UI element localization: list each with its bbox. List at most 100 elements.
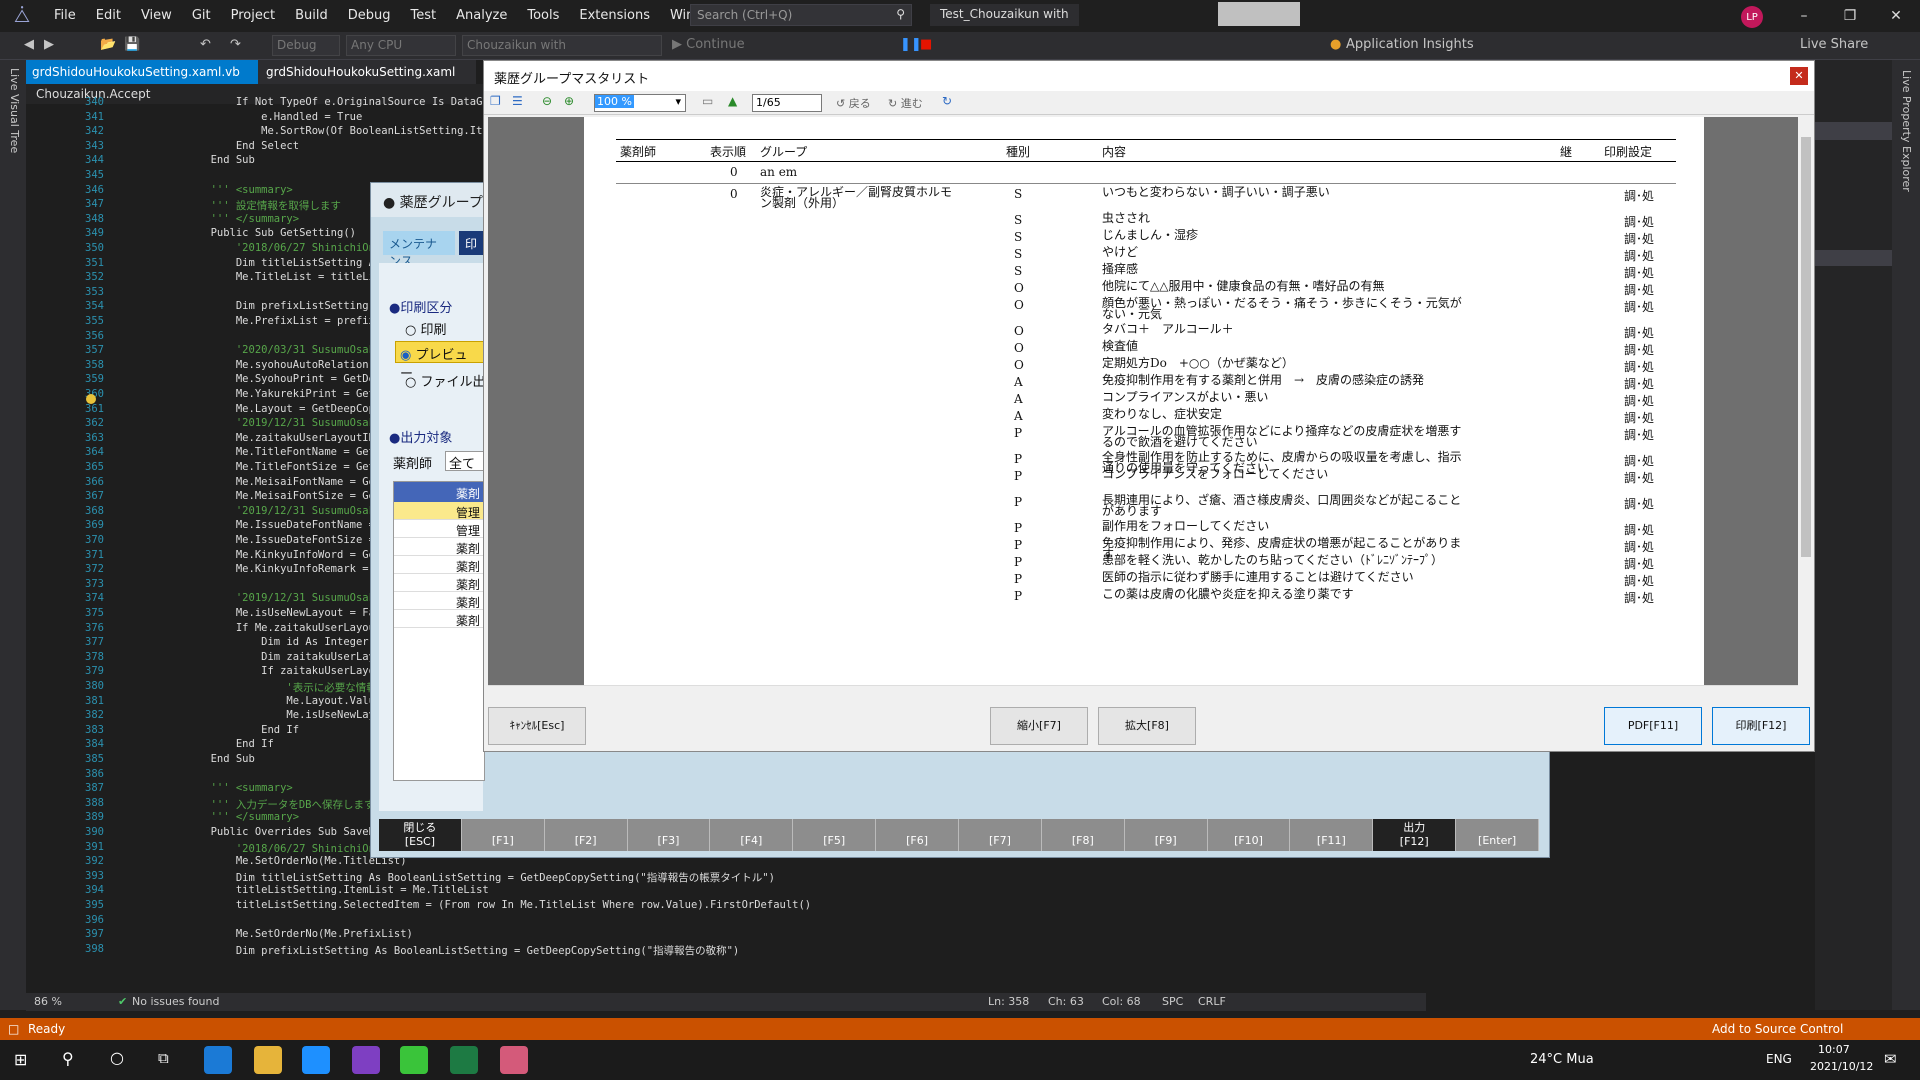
code-line[interactable]: If Not TypeOf e.OriginalSource Is DataGr [160, 96, 489, 108]
teamviewer-icon[interactable] [302, 1046, 330, 1074]
radio-file[interactable]: ○ ファイル出 [405, 371, 486, 390]
next-page-icon[interactable]: ▲ [728, 94, 737, 108]
excel-icon[interactable] [450, 1046, 478, 1074]
grid-row[interactable]: 管理 [394, 520, 486, 538]
print-button[interactable]: 印刷[F12] [1712, 707, 1810, 745]
code-line[interactable]: ''' </summary> [160, 811, 300, 823]
cancel-button[interactable]: ｷｬﾝｾﾙ[Esc] [488, 707, 586, 745]
restore-icon[interactable]: ❐ [1827, 0, 1873, 32]
code-line[interactable]: ''' 入力データをDBへ保存します [160, 797, 375, 812]
code-line[interactable]: Public Sub GetSetting() [160, 227, 356, 239]
zoom-in-icon[interactable]: ⊕ [564, 94, 574, 108]
radio-preview[interactable]: ◉ プレビュー [395, 341, 485, 382]
fkey-f7[interactable]: [F7] [959, 819, 1042, 851]
language-indicator[interactable]: ENG [1766, 1052, 1792, 1066]
target-grid[interactable]: 薬剤 管理 管理 薬剤 薬剤 薬剤 薬剤 薬剤 [393, 481, 486, 781]
clock-date[interactable]: 2021/10/12 [1810, 1060, 1873, 1073]
edge-icon[interactable] [204, 1046, 232, 1074]
back-button[interactable]: ↺ 戻る [836, 95, 871, 111]
menu-item-tools[interactable]: Tools [517, 0, 569, 32]
platform-select[interactable]: Any CPU [346, 35, 456, 56]
grid-row[interactable]: 薬剤 [394, 538, 486, 556]
menu-item-project[interactable]: Project [221, 0, 285, 32]
tree-icon[interactable]: ☰ [512, 94, 523, 108]
grid-row[interactable]: 薬剤 [394, 610, 486, 628]
forward-icon[interactable]: ▶ [44, 37, 54, 52]
code-line[interactable]: Me.isUseNewLayout = False [160, 607, 394, 619]
search-input[interactable]: Search (Ctrl+Q) ⚲ [690, 4, 912, 26]
task-view-icon[interactable]: ⧉ [158, 1049, 169, 1067]
code-line[interactable]: ''' <summary> [160, 184, 293, 196]
grid-row[interactable]: 薬剤 [394, 556, 486, 574]
save-icon[interactable]: 💾 [124, 37, 140, 52]
fkey-esc[interactable]: 閉じる [ESC] [379, 819, 462, 851]
code-line[interactable]: End If [160, 724, 299, 736]
menu-item-view[interactable]: View [131, 0, 182, 32]
code-line[interactable]: Me.SetOrderNo(Me.PrefixList) [160, 928, 413, 940]
weather-text[interactable]: 24°C Mua [1530, 1052, 1594, 1067]
shrink-button[interactable]: 縮小[F7] [990, 707, 1088, 745]
continue-button[interactable]: ▶ Continue [672, 37, 745, 52]
menu-item-test[interactable]: Test [401, 0, 447, 32]
menu-item-analyze[interactable]: Analyze [446, 0, 517, 32]
app-icon-2[interactable] [500, 1046, 528, 1074]
horizontal-scrollbar[interactable] [488, 685, 1798, 701]
notification-icon[interactable]: ✉ [1884, 1050, 1897, 1068]
zoom-select[interactable]: 100 % ▾ [594, 94, 686, 112]
fkey-f2[interactable]: [F2] [544, 819, 628, 851]
zoom-out-icon[interactable]: ⊖ [542, 94, 552, 108]
menu-item-extensions[interactable]: Extensions [569, 0, 660, 32]
issues-text[interactable]: No issues found [132, 995, 219, 1008]
first-page-icon[interactable]: ▭ [702, 94, 713, 108]
fkey-f3[interactable]: [F3] [627, 819, 711, 851]
clock-time[interactable]: 10:07 [1818, 1043, 1850, 1056]
fkey-f10[interactable]: [F10] [1207, 819, 1291, 851]
project-select[interactable]: Chouzaikun with [462, 35, 662, 56]
back-icon[interactable]: ◀ [24, 37, 34, 52]
fkey-f11[interactable]: [F11] [1290, 819, 1374, 851]
forward-button[interactable]: ↻ 進む [888, 95, 923, 111]
search-icon[interactable]: ⚲ [62, 1049, 74, 1068]
fkey-f9[interactable]: [F9] [1124, 819, 1208, 851]
menu-item-git[interactable]: Git [182, 0, 221, 32]
menu-item-build[interactable]: Build [285, 0, 338, 32]
stop-icon[interactable]: ■ [920, 37, 932, 52]
undo-icon[interactable]: ↶ [200, 37, 211, 52]
fkey-f6[interactable]: [F6] [876, 819, 960, 851]
menu-item-file[interactable]: File [44, 0, 86, 32]
ime-toolbar[interactable] [1218, 2, 1300, 26]
grid-row[interactable]: 薬剤 [394, 574, 486, 592]
code-line[interactable]: End If [160, 738, 274, 750]
source-control-button[interactable]: Add to Source Control [1712, 1018, 1843, 1040]
enlarge-button[interactable]: 拡大[F8] [1098, 707, 1196, 745]
app-insights-button[interactable]: Application Insights [1346, 37, 1474, 52]
close-icon[interactable]: ✕ [1873, 0, 1919, 32]
fkey-f1[interactable]: [F1] [461, 819, 545, 851]
tab-maintenance[interactable]: メンテナンス [383, 231, 455, 268]
app-icon[interactable] [400, 1046, 428, 1074]
code-line[interactable]: End Select [160, 140, 299, 152]
file-explorer-icon[interactable] [254, 1046, 282, 1074]
pharmacist-select[interactable]: 全て [445, 451, 485, 472]
code-line[interactable]: ''' <summary> [160, 782, 293, 794]
code-line[interactable]: Dim titleListSetting As BooleanListSetti… [160, 870, 775, 885]
refresh-icon[interactable]: ↻ [942, 94, 952, 108]
code-line[interactable]: e.Handled = True [160, 111, 362, 123]
grid-row[interactable]: 薬剤 [394, 592, 486, 610]
code-line[interactable]: titleListSetting.SelectedItem = (From ro… [160, 899, 811, 911]
scroll-thumb[interactable] [1801, 137, 1811, 557]
tab-print[interactable]: 印 [459, 231, 483, 255]
radio-print[interactable]: ○ 印刷 [405, 319, 447, 338]
grid-row[interactable]: 管理 [394, 502, 486, 520]
close-icon[interactable]: ✕ [1790, 67, 1808, 85]
code-line[interactable]: Me.SortRow(Of BooleanListSetting.Item)(s… [160, 125, 520, 137]
page-number-input[interactable]: 1/65 [752, 94, 822, 112]
code-line[interactable]: End Sub [160, 154, 255, 166]
tab-xaml-vb[interactable]: grdShidouHoukokuSetting.xaml.vb ✕ [26, 60, 258, 103]
menu-item-edit[interactable]: Edit [86, 0, 131, 32]
panel-search[interactable] [1815, 122, 1892, 140]
fkey-f12[interactable]: 出力 [F12] [1373, 819, 1457, 851]
live-property-explorer-tab[interactable]: Live Property Explorer [1900, 70, 1913, 192]
config-select[interactable]: Debug [272, 35, 340, 56]
tab-xaml[interactable]: grdShidouHoukokuSetting.xaml [260, 60, 460, 84]
